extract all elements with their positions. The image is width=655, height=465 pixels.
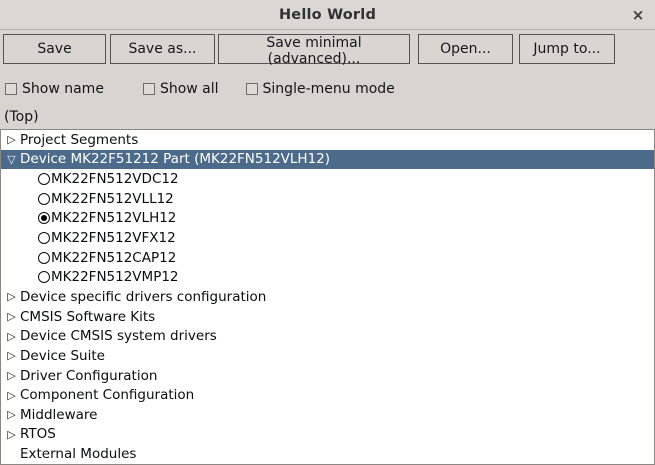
expander-collapsed-icon[interactable]: ▷ bbox=[5, 390, 18, 401]
options-row: Show name Show all Single-menu mode bbox=[0, 82, 655, 96]
radio-dot bbox=[41, 274, 47, 280]
tree-row-project-segments[interactable]: ▷Project Segments bbox=[1, 130, 654, 150]
tree-row-device-cmsis-system-drivers[interactable]: ▷Device CMSIS system drivers bbox=[1, 326, 654, 346]
app-window: Hello World × SaveSave as...Save minimal… bbox=[0, 0, 655, 465]
tree-row-label: MK22FN512VLH12 bbox=[51, 210, 176, 226]
expander-collapsed-icon[interactable]: ▷ bbox=[5, 291, 18, 302]
tree-row-device-suite[interactable]: ▷Device Suite bbox=[1, 346, 654, 366]
checkbox-show-all[interactable]: Show all bbox=[143, 81, 219, 97]
tree-row-label: Device CMSIS system drivers bbox=[20, 328, 217, 344]
radio-icon[interactable] bbox=[38, 193, 50, 205]
checkbox-box-icon[interactable] bbox=[143, 83, 155, 95]
checkbox-label: Show all bbox=[160, 81, 219, 97]
tree-row-component-configuration[interactable]: ▷Component Configuration bbox=[1, 385, 654, 405]
expander-collapsed-icon[interactable]: ▷ bbox=[5, 311, 18, 322]
save-as-button[interactable]: Save as... bbox=[110, 34, 215, 64]
tree-row-mk22fn512cap12[interactable]: MK22FN512CAP12 bbox=[1, 248, 654, 268]
checkbox-label: Single-menu mode bbox=[263, 81, 395, 97]
radio-icon[interactable] bbox=[38, 252, 50, 264]
radio-dot bbox=[41, 235, 47, 241]
tree-row-mk22fn512vfx12[interactable]: MK22FN512VFX12 bbox=[1, 228, 654, 248]
tree-row-label: Device Suite bbox=[20, 348, 105, 364]
close-icon[interactable]: × bbox=[621, 0, 655, 29]
save-button[interactable]: Save bbox=[3, 34, 106, 64]
tree-row-mk22fn512vlh12[interactable]: MK22FN512VLH12 bbox=[1, 209, 654, 229]
tree-row-label: MK22FN512VLL12 bbox=[51, 191, 174, 207]
radio-icon[interactable] bbox=[38, 232, 50, 244]
checkbox-label: Show name bbox=[22, 81, 104, 97]
tree-row-label: Project Segments bbox=[20, 132, 138, 148]
radio-dot bbox=[41, 255, 47, 261]
save-minimal-advanced-button[interactable]: Save minimal (advanced)... bbox=[218, 34, 410, 64]
tree-row-label: Driver Configuration bbox=[20, 368, 157, 384]
expander-collapsed-icon[interactable]: ▷ bbox=[5, 350, 18, 361]
expander-expanded-icon[interactable]: ▽ bbox=[5, 154, 18, 165]
tree-row-label: MK22FN512VDC12 bbox=[51, 171, 179, 187]
expander-collapsed-icon[interactable]: ▷ bbox=[5, 429, 18, 440]
open-button[interactable]: Open... bbox=[418, 34, 513, 64]
tree-row-label: Middleware bbox=[20, 407, 97, 423]
radio-dot bbox=[41, 215, 47, 221]
tree-row-rtos[interactable]: ▷RTOS bbox=[1, 425, 654, 445]
jump-to-button[interactable]: Jump to... bbox=[519, 34, 615, 64]
title-bar: Hello World × bbox=[0, 0, 655, 30]
tree-row-cmsis-software-kits[interactable]: ▷CMSIS Software Kits bbox=[1, 307, 654, 327]
tree-row-label: MK22FN512CAP12 bbox=[51, 250, 176, 266]
tree-row-device-mk22f51212-part-mk22fn512vlh12[interactable]: ▽Device MK22F51212 Part (MK22FN512VLH12) bbox=[1, 150, 654, 170]
tree-row-mk22fn512vmp12[interactable]: MK22FN512VMP12 bbox=[1, 267, 654, 287]
tree-row-label: External Modules bbox=[20, 446, 136, 462]
radio-icon[interactable] bbox=[38, 173, 50, 185]
tree-row-label: RTOS bbox=[20, 426, 56, 442]
top-label: (Top) bbox=[0, 109, 655, 126]
checkbox-show-name[interactable]: Show name bbox=[5, 81, 104, 97]
tree-row-label: Device MK22F51212 Part (MK22FN512VLH12) bbox=[20, 151, 330, 167]
checkbox-box-icon[interactable] bbox=[5, 83, 17, 95]
tree-row-mk22fn512vll12[interactable]: MK22FN512VLL12 bbox=[1, 189, 654, 209]
tree-row-device-specific-drivers-configuration[interactable]: ▷Device specific drivers configuration bbox=[1, 287, 654, 307]
checkbox-box-icon[interactable] bbox=[246, 83, 258, 95]
tree-row-label: Component Configuration bbox=[20, 387, 194, 403]
tree-row-external-modules[interactable]: External Modules bbox=[1, 444, 654, 464]
toolbar: SaveSave as...Save minimal (advanced)...… bbox=[0, 34, 655, 64]
tree-row-label: MK22FN512VFX12 bbox=[51, 230, 176, 246]
tree-row-label: Device specific drivers configuration bbox=[20, 289, 266, 305]
tree-row-driver-configuration[interactable]: ▷Driver Configuration bbox=[1, 366, 654, 386]
radio-dot bbox=[41, 196, 47, 202]
checkbox-single-menu-mode[interactable]: Single-menu mode bbox=[246, 81, 395, 97]
tree-row-label: MK22FN512VMP12 bbox=[51, 269, 179, 285]
expander-collapsed-icon[interactable]: ▷ bbox=[5, 370, 18, 381]
radio-icon[interactable] bbox=[38, 271, 50, 283]
tree-row-label: CMSIS Software Kits bbox=[20, 309, 155, 325]
radio-selected-icon[interactable] bbox=[38, 212, 50, 224]
radio-dot bbox=[41, 176, 47, 182]
config-tree[interactable]: ▷Project Segments▽Device MK22F51212 Part… bbox=[0, 129, 655, 465]
expander-collapsed-icon[interactable]: ▷ bbox=[5, 409, 18, 420]
expander-collapsed-icon[interactable]: ▷ bbox=[5, 134, 18, 145]
expander-collapsed-icon[interactable]: ▷ bbox=[5, 331, 18, 342]
tree-row-mk22fn512vdc12[interactable]: MK22FN512VDC12 bbox=[1, 169, 654, 189]
window-title: Hello World bbox=[279, 7, 376, 23]
tree-row-middleware[interactable]: ▷Middleware bbox=[1, 405, 654, 425]
